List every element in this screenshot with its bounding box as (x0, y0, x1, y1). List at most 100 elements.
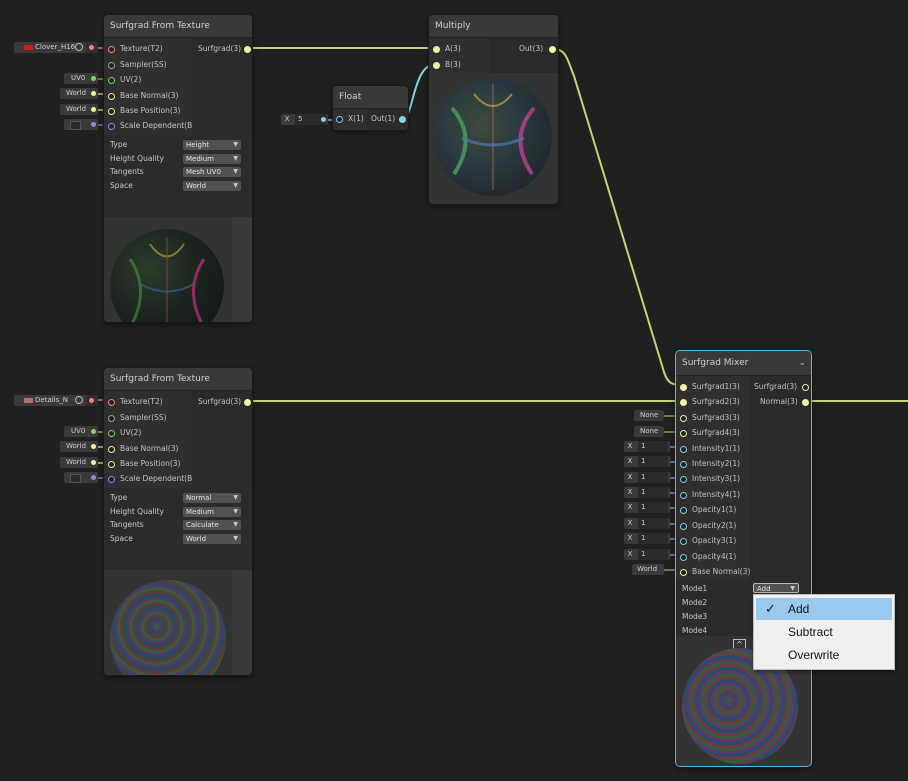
surfgrad-mixer-node[interactable]: Surfgrad Mixer ⌄ Surfgrad1(3) Surfgrad2(3… (676, 351, 811, 766)
space-dropdown[interactable]: World ▼ (183, 534, 241, 544)
input-port-base-normal[interactable]: Base Normal(3) (108, 89, 178, 103)
surfgrad-from-texture-node-2[interactable]: Surfgrad From Texture Texture(T2) Sample… (104, 368, 252, 675)
input-port-base-position[interactable]: Base Position(3) (108, 104, 180, 118)
input-port-intensity2[interactable]: Intensity2(1) (680, 457, 740, 471)
tangents-dropdown[interactable]: Mesh UV0 ▼ (183, 167, 241, 177)
setting-label-space: Space (110, 181, 133, 190)
dropdown-arrow-icon: ▼ (233, 182, 238, 189)
output-port-surfgrad[interactable]: Surfgrad(3) (754, 380, 809, 394)
input-port-texture[interactable]: Texture(T2) (108, 395, 163, 409)
menu-item-overwrite[interactable]: Overwrite (756, 644, 892, 666)
checkmark-icon: ✓ (765, 601, 776, 616)
mode1-dropdown[interactable]: Add ▼ (753, 583, 799, 593)
input-port-scale-dependent[interactable]: Scale Dependent(B) (108, 119, 195, 133)
dropdown-arrow-icon: ▼ (233, 521, 238, 528)
object-picker-icon[interactable] (75, 43, 83, 51)
input-port-surfgrad1[interactable]: Surfgrad1(3) (680, 380, 740, 394)
node-title[interactable]: Multiply (429, 15, 558, 38)
intensity2-field[interactable]: X1 (624, 456, 670, 467)
node-title[interactable]: Surfgrad Mixer ⌄ (676, 351, 811, 376)
input-port-base-position[interactable]: Base Position(3) (108, 457, 180, 471)
menu-item-subtract[interactable]: Subtract (756, 621, 892, 643)
node-settings: Type Height ▼ Height Quality Medium ▼ Tang… (104, 135, 252, 217)
texture-field-clover[interactable]: Clover_H16 (14, 42, 98, 53)
output-port-out[interactable]: Out(1) (371, 112, 406, 126)
input-port-opacity1[interactable]: Opacity1(1) (680, 503, 736, 517)
preview-sphere (110, 229, 224, 322)
intensity3-field[interactable]: X1 (624, 472, 670, 483)
input-port-texture[interactable]: Texture(T2) (108, 42, 163, 56)
input-port-base-normal[interactable]: Base Normal(3) (108, 442, 178, 456)
base-normal-field[interactable]: World (60, 88, 98, 99)
input-port-intensity3[interactable]: Intensity3(1) (680, 472, 740, 486)
mixer-base-normal-field[interactable]: World (632, 564, 664, 575)
opacity2-field[interactable]: X1 (624, 518, 670, 529)
base-normal-field[interactable]: World (60, 441, 98, 452)
float-node[interactable]: Float X(1) Out(1) (333, 86, 408, 130)
height-quality-dropdown[interactable]: Medium ▼ (183, 154, 241, 164)
node-preview (104, 570, 232, 675)
base-position-field[interactable]: World (60, 457, 98, 468)
base-normal-value: World (66, 442, 87, 450)
input-port-intensity4[interactable]: Intensity4(1) (680, 488, 740, 502)
setting-label-height-quality: Height Quality (110, 507, 164, 516)
setting-label-type: Type (110, 140, 128, 149)
float-x-field[interactable]: X5 (281, 114, 328, 125)
node-preview (104, 217, 232, 322)
base-position-field[interactable]: World (60, 104, 98, 115)
scale-dependent-toggle[interactable] (64, 119, 98, 130)
intensity4-field[interactable]: X1 (624, 487, 670, 498)
port-knob (86, 395, 98, 406)
node-title[interactable]: Surfgrad From Texture (104, 368, 252, 391)
surfgrad4-field[interactable]: None (634, 426, 664, 437)
texture-field-details[interactable]: Details_N (14, 395, 98, 406)
dropdown-arrow-icon: ▼ (233, 141, 238, 148)
input-port-opacity2[interactable]: Opacity2(1) (680, 519, 736, 533)
output-port-surfgrad[interactable]: Surfgrad(3) (198, 42, 251, 56)
input-port-uv[interactable]: UV(2) (108, 426, 141, 440)
tangents-dropdown[interactable]: Calculate ▼ (183, 520, 241, 530)
input-port-x[interactable]: X(1) (336, 112, 364, 126)
chevron-down-icon[interactable]: ⌄ (798, 351, 806, 375)
input-port-opacity3[interactable]: Opacity3(1) (680, 534, 736, 548)
opacity3-field[interactable]: X1 (624, 533, 670, 544)
type-dropdown[interactable]: Height ▼ (183, 140, 241, 150)
surfgrad-from-texture-node-1[interactable]: Surfgrad From Texture Texture(T2) Sample… (104, 15, 252, 322)
surfgrad3-field[interactable]: None (634, 410, 664, 421)
space-dropdown[interactable]: World ▼ (183, 181, 241, 191)
output-ports: Surfgrad(3) (192, 38, 252, 135)
input-port-a[interactable]: A(3) (433, 42, 461, 56)
height-quality-dropdown[interactable]: Medium ▼ (183, 507, 241, 517)
output-port-out[interactable]: Out(3) (519, 42, 556, 56)
input-port-sampler[interactable]: Sampler(SS) (108, 411, 167, 425)
uv-field[interactable]: UV0 (64, 426, 98, 437)
input-port-intensity1[interactable]: Intensity1(1) (680, 442, 740, 456)
input-port-surfgrad2[interactable]: Surfgrad2(3) (680, 395, 740, 409)
input-port-base-normal[interactable]: Base Normal(3) (680, 565, 750, 579)
multiply-node[interactable]: Multiply A(3) B(3) Out(3) (429, 15, 558, 204)
opacity4-field[interactable]: X1 (624, 549, 670, 560)
node-title[interactable]: Surfgrad From Texture (104, 15, 252, 38)
input-port-surfgrad4[interactable]: Surfgrad4(3) (680, 426, 740, 440)
node-title[interactable]: Float (333, 86, 408, 109)
input-port-b[interactable]: B(3) (433, 58, 461, 72)
output-port-normal[interactable]: Normal(3) (760, 395, 809, 409)
output-port-surfgrad[interactable]: Surfgrad(3) (198, 395, 251, 409)
input-ports: X(1) (333, 109, 367, 130)
opacity1-field[interactable]: X1 (624, 502, 670, 513)
output-ports: Out(1) (367, 109, 408, 130)
scale-dependent-toggle[interactable] (64, 472, 98, 483)
input-port-uv[interactable]: UV(2) (108, 73, 141, 87)
input-port-opacity4[interactable]: Opacity4(1) (680, 550, 736, 564)
texture-swatch (24, 45, 33, 50)
menu-item-add[interactable]: ✓ Add (756, 598, 892, 620)
intensity1-field[interactable]: X1 (624, 441, 670, 452)
input-port-surfgrad3[interactable]: Surfgrad3(3) (680, 411, 740, 425)
input-port-scale-dependent[interactable]: Scale Dependent(B) (108, 472, 195, 486)
base-normal-value: World (66, 89, 87, 97)
input-port-sampler[interactable]: Sampler(SS) (108, 58, 167, 72)
object-picker-icon[interactable] (75, 396, 83, 404)
setting-label-mode3: Mode3 (682, 612, 708, 621)
type-dropdown[interactable]: Normal ▼ (183, 493, 241, 503)
uv-field[interactable]: UV0 (64, 73, 98, 84)
